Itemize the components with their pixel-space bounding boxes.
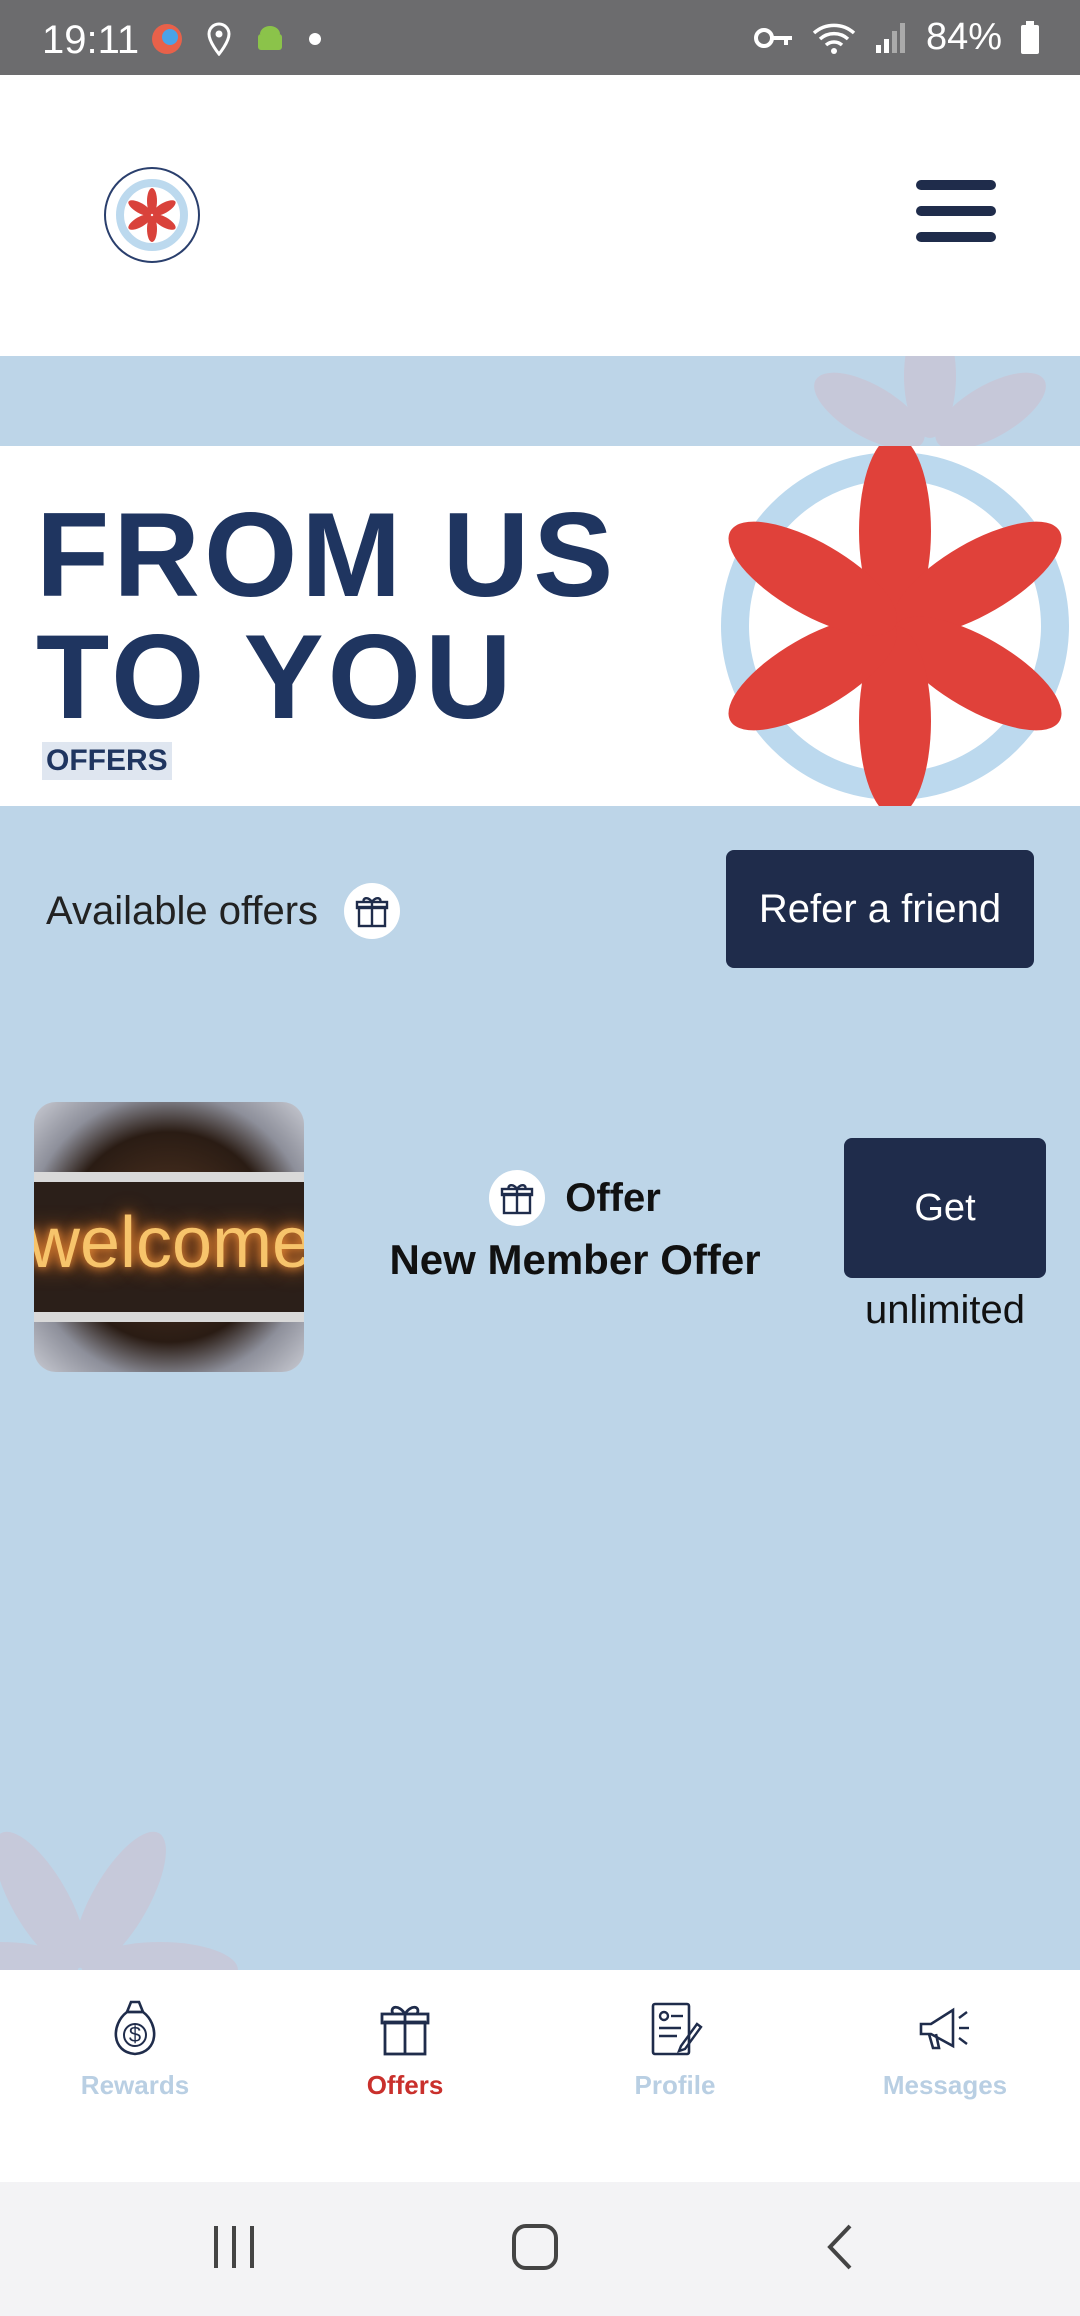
status-bar: 19:11 84% (0, 0, 1080, 75)
refer-a-friend-button[interactable]: Refer a friend (726, 850, 1034, 968)
nav-offers[interactable]: Offers (270, 1970, 540, 2182)
available-offers-label: Available offers (46, 888, 319, 933)
banner-star-icon (721, 446, 1069, 806)
decorative-flower-icon (814, 356, 1046, 446)
offer-name: New Member Offer (389, 1236, 761, 1283)
nav-profile[interactable]: Profile (540, 1970, 810, 2182)
gift-icon (344, 883, 401, 939)
logo-star-icon (128, 188, 176, 242)
wifi-icon (812, 23, 856, 54)
brand-logo[interactable] (104, 167, 200, 263)
status-notification-icons (150, 22, 322, 56)
gift-icon (380, 2005, 430, 2056)
offer-details: Offer New Member Offer (340, 1170, 810, 1284)
battery-percent: 84% (925, 16, 1002, 58)
bottom-nav: $ Rewards Offers Profile Messages (0, 1970, 1080, 2182)
system-nav-bar (0, 2182, 1080, 2316)
back-icon[interactable] (822, 2222, 858, 2272)
offer-card[interactable]: welcome Offer New Member Offer Get unlim… (0, 1100, 1080, 1380)
available-offers-heading: Available offers (46, 880, 401, 942)
hamburger-menu-icon[interactable] (916, 180, 996, 250)
banner-title: FROM US TO YOU (36, 494, 656, 738)
android-icon (258, 26, 282, 50)
location-icon (207, 22, 231, 56)
banner-subtitle: OFFERS (42, 742, 172, 780)
offer-limit: unlimited (864, 1288, 1026, 1332)
banner-title-line1: FROM US (36, 488, 618, 622)
offer-thumbnail-text: welcome (34, 1203, 304, 1283)
gift-icon (489, 1170, 546, 1226)
home-icon[interactable] (510, 2222, 560, 2272)
browser-app-icon (152, 24, 182, 54)
promo-banner: FROM US TO YOU OFFERS (0, 446, 1080, 806)
dot-icon (309, 33, 321, 45)
nav-rewards[interactable]: $ Rewards (0, 1970, 270, 2182)
banner-top-strip (0, 356, 1080, 446)
signal-icon (875, 22, 905, 53)
money-bag-icon: $ (114, 2000, 156, 2056)
offer-thumbnail: welcome (34, 1102, 304, 1372)
megaphone-icon (919, 2007, 969, 2050)
nav-label-offers: Offers (366, 2070, 444, 2100)
recent-apps-icon[interactable] (212, 2222, 256, 2272)
decorative-flower-icon (0, 1831, 238, 1970)
status-system-icons: 84% (753, 16, 1040, 59)
status-time: 19:11 (42, 18, 140, 62)
battery-icon (1021, 20, 1039, 54)
offer-type: Offer (565, 1175, 661, 1220)
nav-label-profile: Profile (634, 2070, 716, 2100)
app-header (0, 75, 1080, 356)
vpn-key-icon (753, 27, 792, 48)
profile-form-icon (651, 2002, 703, 2056)
banner-title-line2: TO YOU (36, 610, 516, 744)
nav-label-messages: Messages (882, 2070, 1008, 2100)
nav-messages[interactable]: Messages (810, 1970, 1080, 2182)
nav-label-rewards: Rewards (80, 2070, 190, 2100)
get-offer-button[interactable]: Get (844, 1138, 1046, 1278)
